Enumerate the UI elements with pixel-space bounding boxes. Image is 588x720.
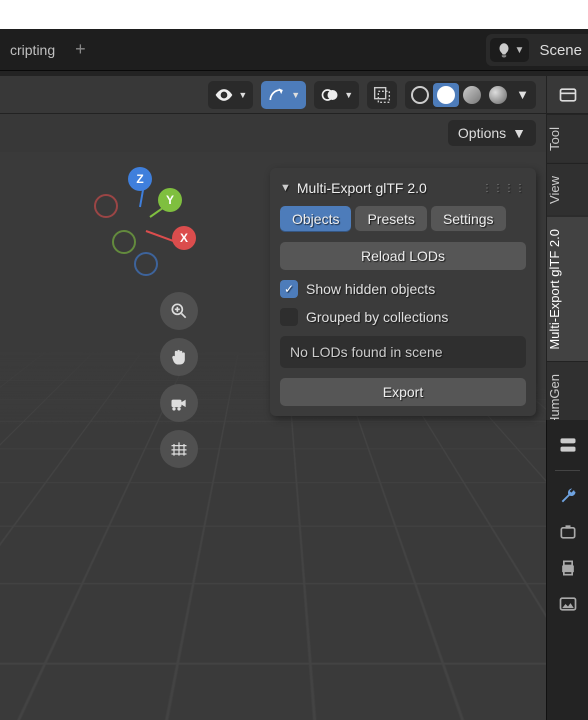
panel-title: Multi-Export glTF 2.0 bbox=[297, 180, 427, 196]
panel-grip-icon[interactable]: ⋮⋮⋮⋮ bbox=[482, 183, 526, 194]
overlap-circles-icon bbox=[320, 85, 340, 105]
properties-tabs bbox=[546, 420, 588, 720]
shading-wireframe[interactable] bbox=[407, 83, 433, 107]
grouped-row[interactable]: Grouped by collections bbox=[280, 308, 526, 326]
gizmo-y-ball[interactable]: Y bbox=[158, 188, 182, 212]
gizmo-dropdown[interactable]: ▼ bbox=[261, 81, 306, 109]
gizmo-x-ball[interactable]: X bbox=[172, 226, 196, 250]
viewport-nav-tools bbox=[160, 292, 198, 468]
properties-tab-output[interactable] bbox=[557, 557, 579, 579]
wrench-icon bbox=[558, 486, 578, 506]
window-chrome-whitespace bbox=[0, 0, 588, 29]
tab-objects[interactable]: Objects bbox=[280, 206, 351, 232]
scene-icon bbox=[495, 41, 513, 59]
gizmo-neg-z-ball[interactable] bbox=[134, 252, 158, 276]
panel-header[interactable]: ▼ Multi-Export glTF 2.0 ⋮⋮⋮⋮ bbox=[280, 178, 526, 206]
viewport-options-row: Options ▼ bbox=[0, 114, 546, 152]
show-hidden-checkbox[interactable] bbox=[280, 280, 298, 298]
eye-icon bbox=[214, 85, 234, 105]
tab-presets[interactable]: Presets bbox=[355, 206, 426, 232]
hand-icon bbox=[169, 347, 189, 367]
wireframe-icon bbox=[411, 86, 429, 104]
solid-icon bbox=[437, 86, 455, 104]
viewport-3d[interactable]: X Y Z bbox=[0, 152, 546, 720]
viewport-options-dropdown[interactable]: Options ▼ bbox=[448, 120, 536, 146]
chevron-down-icon[interactable]: ▼ bbox=[511, 87, 534, 102]
camera-tool[interactable] bbox=[160, 384, 198, 422]
workspace-tab-bar: cripting + ▼ Scene bbox=[0, 29, 588, 71]
collapse-chevron-icon[interactable]: ▼ bbox=[280, 182, 291, 194]
gizmo-z-ball[interactable]: Z bbox=[128, 167, 152, 191]
slider-panel-icon bbox=[558, 435, 578, 455]
panel-tabs: Objects Presets Settings bbox=[280, 206, 526, 232]
arc-arrow-icon bbox=[267, 85, 287, 105]
material-icon bbox=[463, 86, 481, 104]
grid-icon bbox=[169, 439, 189, 459]
options-label: Options bbox=[458, 125, 506, 141]
rendered-icon bbox=[489, 86, 507, 104]
no-lods-message: No LODs found in scene bbox=[280, 336, 526, 368]
properties-tab-image[interactable] bbox=[557, 593, 579, 615]
chevron-down-icon: ▼ bbox=[344, 90, 353, 100]
gizmo-neg-y-ball[interactable] bbox=[112, 230, 136, 254]
show-hidden-label: Show hidden objects bbox=[306, 281, 435, 297]
xray-toggle[interactable] bbox=[367, 81, 397, 109]
separator bbox=[555, 470, 580, 471]
rail-tab-multi-export[interactable]: Multi-Export glTF 2.0 bbox=[547, 216, 588, 362]
properties-tab-generic[interactable] bbox=[557, 434, 579, 456]
shading-mode-group: ▼ bbox=[405, 81, 536, 109]
chevron-down-icon: ▼ bbox=[291, 90, 300, 100]
grouped-checkbox[interactable] bbox=[280, 308, 298, 326]
scene-selector[interactable]: ▼ Scene bbox=[486, 34, 588, 66]
box-icon bbox=[558, 522, 578, 542]
overlay-dropdown[interactable]: ▼ bbox=[314, 81, 359, 109]
image-icon bbox=[558, 594, 578, 614]
reload-lods-button[interactable]: Reload LODs bbox=[280, 242, 526, 270]
chevron-down-icon: ▼ bbox=[512, 125, 526, 141]
printer-icon bbox=[558, 558, 578, 578]
show-hidden-row[interactable]: Show hidden objects bbox=[280, 280, 526, 298]
grouped-label: Grouped by collections bbox=[306, 309, 448, 325]
perspective-tool[interactable] bbox=[160, 430, 198, 468]
rail-top-button[interactable] bbox=[546, 76, 588, 114]
shading-rendered[interactable] bbox=[485, 83, 511, 107]
camera-icon bbox=[169, 393, 189, 413]
properties-tab-tool[interactable] bbox=[557, 485, 579, 507]
export-button[interactable]: Export bbox=[280, 378, 526, 406]
rail-tab-view[interactable]: View bbox=[547, 163, 588, 216]
chevron-down-icon: ▼ bbox=[238, 90, 247, 100]
xray-icon bbox=[371, 84, 393, 106]
visibility-dropdown[interactable]: ▼ bbox=[208, 81, 253, 109]
panel-toggle-icon bbox=[558, 85, 578, 105]
multi-export-panel: ▼ Multi-Export glTF 2.0 ⋮⋮⋮⋮ Objects Pre… bbox=[270, 168, 536, 416]
properties-tab-render[interactable] bbox=[557, 521, 579, 543]
axis-gizmo[interactable]: X Y Z bbox=[90, 170, 210, 290]
gizmo-neg-x-ball[interactable] bbox=[94, 194, 118, 218]
shading-material[interactable] bbox=[459, 83, 485, 107]
n-panel-tabs: Tool View Multi-Export glTF 2.0 HumGen bbox=[546, 114, 588, 439]
rail-tab-tool[interactable]: Tool bbox=[547, 114, 588, 163]
chevron-down-icon: ▼ bbox=[515, 45, 525, 56]
zoom-tool[interactable] bbox=[160, 292, 198, 330]
workspace-tab-scripting[interactable]: cripting bbox=[10, 42, 55, 58]
scene-name: Scene bbox=[539, 42, 582, 59]
add-workspace-icon[interactable]: + bbox=[75, 39, 86, 60]
scene-icon-pill[interactable]: ▼ bbox=[490, 38, 530, 62]
tab-settings[interactable]: Settings bbox=[431, 206, 506, 232]
magnifier-icon bbox=[169, 301, 189, 321]
shading-solid[interactable] bbox=[433, 83, 459, 107]
viewport-header: ▼ ▼ ▼ ▼ bbox=[0, 76, 546, 114]
pan-tool[interactable] bbox=[160, 338, 198, 376]
